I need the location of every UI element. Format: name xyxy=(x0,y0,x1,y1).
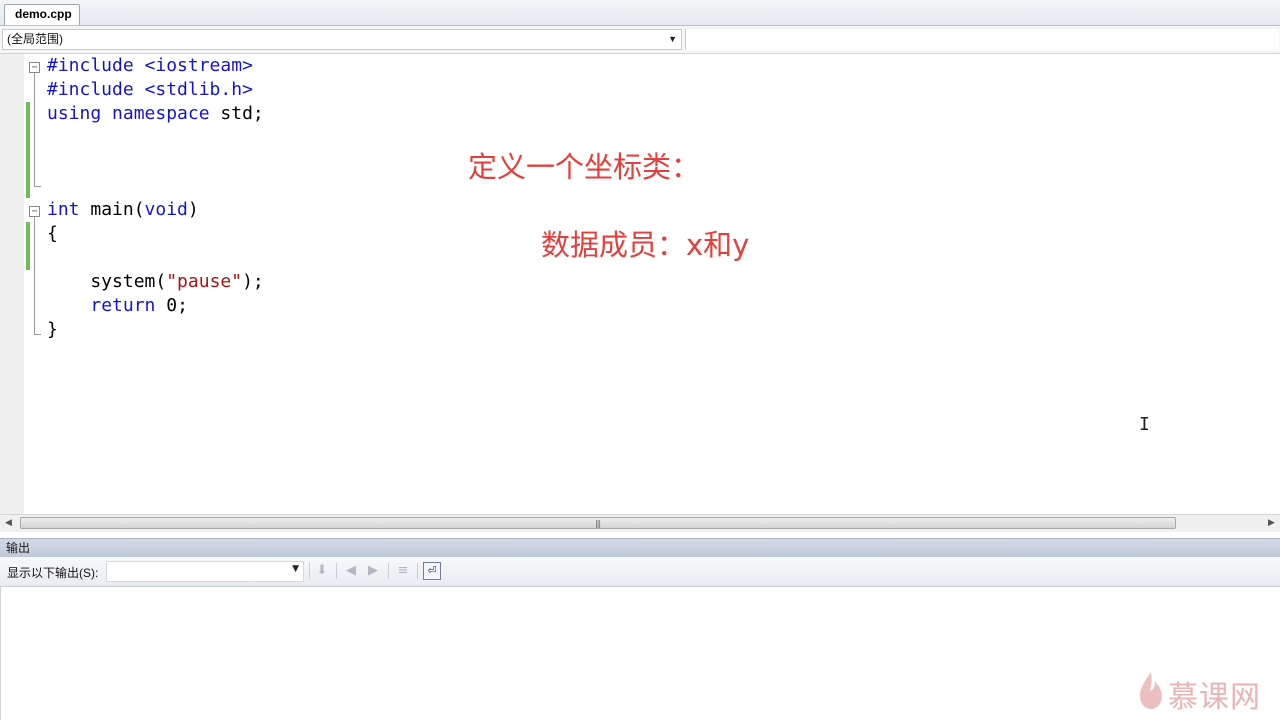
code-text: system( xyxy=(47,271,167,292)
change-indicator-bar xyxy=(26,102,30,198)
scroll-right-icon[interactable]: ▶ xyxy=(1263,515,1280,532)
output-toolbar: 显示以下输出(S): ▼ ⬇ ◀ ▶ ≡ ⏎ xyxy=(0,557,1280,587)
go-to-next-message-icon[interactable]: ▶ xyxy=(364,562,382,580)
keyword: using xyxy=(47,103,102,124)
code-line-2: #include <stdlib.h> xyxy=(47,78,253,102)
change-indicator-bar xyxy=(26,222,30,270)
grip-icon: ||| xyxy=(595,519,601,528)
tab-label: demo.cpp xyxy=(15,7,72,21)
go-to-previous-message-icon[interactable]: ◀ xyxy=(342,562,360,580)
toolbar-separator xyxy=(417,563,418,579)
keyword: return xyxy=(90,295,156,316)
member-dropdown[interactable] xyxy=(685,29,1279,50)
code-line-7: return 0; xyxy=(47,294,188,318)
preprocessor-directive: #include xyxy=(47,79,134,100)
code-line-8: } xyxy=(47,319,58,340)
preprocessor-directive: #include xyxy=(47,55,134,76)
find-in-output-icon[interactable]: ⬇ xyxy=(313,562,331,580)
code-text: std; xyxy=(209,103,264,124)
keyword: namespace xyxy=(101,103,210,124)
show-output-label: 显示以下输出(S): xyxy=(7,566,99,580)
navigation-bar: (全局范围) ▼ xyxy=(0,26,1280,54)
toolbar-separator xyxy=(336,563,337,579)
code-editor[interactable]: − − #include <iostream> #include <stdlib… xyxy=(0,54,1280,514)
flame-logo-icon xyxy=(1138,670,1164,718)
outline-guide xyxy=(34,73,35,186)
include-header: <iostream> xyxy=(133,55,253,76)
outline-end xyxy=(34,186,41,187)
toolbar-separator xyxy=(309,563,310,579)
code-text: ); xyxy=(242,271,264,292)
code-line-4: int main(void) xyxy=(47,198,199,222)
scope-dropdown[interactable]: (全局范围) ▼ xyxy=(2,29,682,50)
keyword: int xyxy=(47,199,80,220)
include-header: <stdlib.h> xyxy=(133,79,253,100)
code-line-1: #include <iostream> xyxy=(47,54,253,78)
scope-value: (全局范围) xyxy=(7,32,63,46)
output-text-area[interactable] xyxy=(0,587,1280,720)
code-text: 0; xyxy=(155,295,188,316)
selection-margin xyxy=(0,54,24,514)
toggle-word-wrap-icon[interactable]: ⏎ xyxy=(423,562,441,580)
toolbar-separator xyxy=(388,563,389,579)
horizontal-scrollbar[interactable]: ◀ ||| ▶ xyxy=(0,514,1280,533)
outline-guide xyxy=(34,217,35,334)
output-source-dropdown[interactable]: ▼ xyxy=(106,561,304,582)
code-line-3: using namespace std; xyxy=(47,102,264,126)
minus-box-icon[interactable]: − xyxy=(29,62,40,73)
tab-demo-cpp[interactable]: demo.cpp xyxy=(4,4,80,25)
chevron-down-icon: ▼ xyxy=(668,34,677,44)
string-literal: "pause" xyxy=(166,271,243,292)
document-tab-strip: demo.cpp xyxy=(0,0,1280,26)
scroll-left-icon[interactable]: ◀ xyxy=(0,515,17,532)
code-line-6: system("pause"); xyxy=(47,270,264,294)
minus-box-icon[interactable]: − xyxy=(29,206,40,217)
clear-all-icon[interactable]: ≡ xyxy=(394,562,412,580)
code-text: main( xyxy=(79,199,145,220)
outline-end xyxy=(34,334,41,335)
output-panel-title: 输出 xyxy=(0,538,1280,557)
scrollbar-thumb[interactable]: ||| xyxy=(20,517,1176,529)
i-beam-cursor-icon: I xyxy=(1139,414,1150,435)
annotation-members: 数据成员：x和y xyxy=(541,228,750,262)
watermark-text: 慕课网 xyxy=(1168,680,1261,715)
code-text: ) xyxy=(187,199,199,220)
annotation-title: 定义一个坐标类： xyxy=(468,150,701,184)
keyword: void xyxy=(144,199,188,220)
code-line-5: { xyxy=(47,223,58,244)
chevron-down-icon: ▼ xyxy=(292,564,299,574)
